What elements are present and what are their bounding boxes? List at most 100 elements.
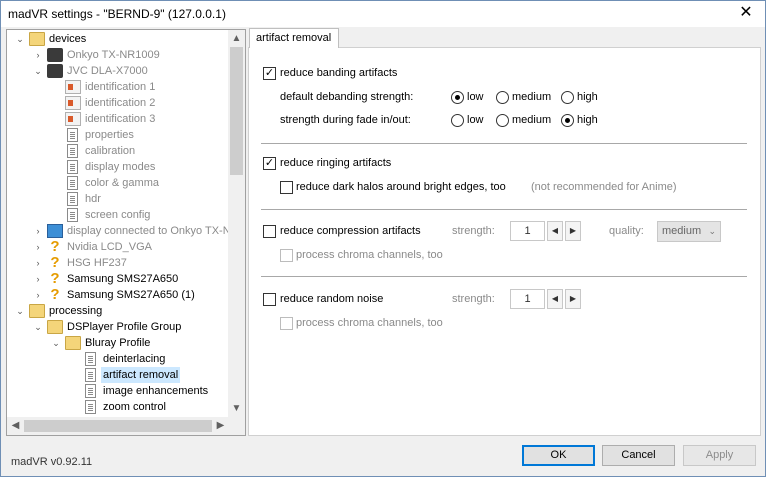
tree-item-label: screen config <box>85 209 151 221</box>
tree-horizontal-scrollbar[interactable]: ◀ ▶ <box>7 417 229 435</box>
document-icon <box>85 368 96 382</box>
identification-icon <box>65 112 81 126</box>
fade-strength-low-radio[interactable] <box>451 114 464 127</box>
document-icon <box>67 128 78 142</box>
folder-open-icon <box>29 32 45 46</box>
version-label: madVR v0.92.11 <box>11 456 93 468</box>
reduce-noise-checkbox[interactable] <box>263 293 276 306</box>
tree-item[interactable]: color & gamma <box>7 175 229 191</box>
tree-item[interactable]: identification 2 <box>7 95 229 111</box>
tree-item-label: identification 2 <box>85 97 156 109</box>
expand-chevron-icon[interactable]: › <box>33 239 43 255</box>
tree-item-label: identification 1 <box>85 81 156 93</box>
compression-strength-input[interactable]: 1 <box>510 221 545 241</box>
collapse-chevron-icon[interactable]: ⌄ <box>15 303 25 319</box>
default-strength-high-radio[interactable] <box>561 91 574 104</box>
collapse-chevron-icon[interactable]: ⌄ <box>51 335 61 351</box>
default-strength-medium-radio[interactable] <box>496 91 509 104</box>
tree-item[interactable]: ›? Samsung SMS27A650 <box>7 271 229 287</box>
tree-item[interactable]: identification 1 <box>7 79 229 95</box>
reduce-ringing-checkbox[interactable]: ✓ <box>263 157 276 170</box>
increase-arrow-icon[interactable]: ▶ <box>565 221 581 241</box>
tree-item[interactable]: artifact removal <box>7 367 229 383</box>
close-button[interactable]: ✕ <box>733 3 759 25</box>
monitor-icon <box>47 224 63 238</box>
tree-item[interactable]: ›? Samsung SMS27A650 (1) <box>7 287 229 303</box>
fade-strength-high-label: high <box>577 114 598 126</box>
tree-item-label: properties <box>85 129 134 141</box>
tree-item-label: Bluray Profile <box>85 337 151 349</box>
reduce-banding-checkbox[interactable]: ✓ <box>263 67 276 80</box>
title-bar: madVR settings - "BERND-9" (127.0.0.1) ✕ <box>1 1 765 27</box>
scroll-thumb[interactable] <box>230 47 243 175</box>
decrease-arrow-icon[interactable]: ◀ <box>547 221 563 241</box>
noise-strength-input[interactable]: 1 <box>510 289 545 309</box>
tree-item[interactable]: display modes <box>7 159 229 175</box>
scroll-left-arrow-icon[interactable]: ◀ <box>7 417 24 435</box>
tree-item-label: devices <box>49 33 87 45</box>
tree-item[interactable]: ›? HSG HF237 <box>7 255 229 271</box>
compression-chroma-label: process chroma channels, too <box>296 249 443 261</box>
tree-item[interactable]: ⌄ Bluray Profile <box>7 335 229 351</box>
expand-chevron-icon[interactable]: › <box>33 271 43 287</box>
expand-chevron-icon[interactable]: › <box>33 255 43 271</box>
scroll-up-arrow-icon[interactable]: ▲ <box>228 30 245 47</box>
reduce-compression-checkbox[interactable] <box>263 225 276 238</box>
collapse-chevron-icon[interactable]: ⌄ <box>15 31 25 47</box>
tree-item[interactable]: ⌄ processing <box>7 303 229 319</box>
tree-item[interactable]: properties <box>7 127 229 143</box>
separator <box>261 209 747 210</box>
question-icon: ? <box>50 286 60 303</box>
expand-chevron-icon[interactable]: › <box>33 47 43 63</box>
expand-chevron-icon[interactable]: › <box>33 287 43 303</box>
tree-vertical-scrollbar[interactable]: ▲ ▼ <box>228 30 245 417</box>
cancel-button[interactable]: Cancel <box>602 445 675 466</box>
fade-strength-low-label: low <box>467 114 484 126</box>
tree-item-label: display connected to Onkyo TX-N <box>67 225 229 237</box>
apply-button[interactable]: Apply <box>683 445 756 466</box>
separator <box>261 276 747 277</box>
default-strength-low-radio[interactable] <box>451 91 464 104</box>
tree-item[interactable]: ⌄ JVC DLA-X7000 <box>7 63 229 79</box>
tree-item[interactable]: hdr <box>7 191 229 207</box>
document-icon <box>85 352 96 366</box>
tree-item[interactable]: ⌄ devices <box>7 31 229 47</box>
scroll-thumb-horizontal[interactable] <box>24 420 212 432</box>
ok-button[interactable]: OK <box>522 445 595 466</box>
tree-item[interactable]: deinterlacing <box>7 351 229 367</box>
default-strength-medium-label: medium <box>512 91 552 103</box>
tree-item[interactable]: screen config <box>7 207 229 223</box>
tree-item-label: DSPlayer Profile Group <box>67 321 182 333</box>
tree-item[interactable]: calibration <box>7 143 229 159</box>
fade-strength-high-radio[interactable] <box>561 114 574 127</box>
expand-chevron-icon[interactable]: › <box>33 223 43 239</box>
quality-dropdown[interactable]: medium ⌄ <box>657 221 721 242</box>
tree-item[interactable]: identification 3 <box>7 111 229 127</box>
question-icon: ? <box>50 270 60 287</box>
reduce-dark-halos-checkbox[interactable] <box>280 181 293 194</box>
tree-item[interactable]: zoom control <box>7 399 229 415</box>
noise-chroma-checkbox[interactable] <box>280 317 293 330</box>
tree-item[interactable]: ⌄ DSPlayer Profile Group <box>7 319 229 335</box>
default-strength-high-label: high <box>577 91 598 103</box>
tree-item[interactable]: › Onkyo TX-NR1009 <box>7 47 229 63</box>
tree-item-label: Onkyo TX-NR1009 <box>67 49 160 61</box>
tab-artifact-removal[interactable]: artifact removal <box>249 28 339 48</box>
tree-item[interactable]: ›? Nvidia LCD_VGA <box>7 239 229 255</box>
document-icon <box>85 384 96 398</box>
document-icon <box>85 400 96 414</box>
scroll-down-arrow-icon[interactable]: ▼ <box>228 400 245 417</box>
tree-item[interactable]: image enhancements <box>7 383 229 399</box>
tree-item[interactable]: › display connected to Onkyo TX-N <box>7 223 229 239</box>
identification-icon <box>65 80 81 94</box>
compression-chroma-checkbox[interactable] <box>280 249 293 262</box>
decrease-arrow-icon[interactable]: ◀ <box>547 289 563 309</box>
increase-arrow-icon[interactable]: ▶ <box>565 289 581 309</box>
document-icon <box>67 192 78 206</box>
fade-strength-medium-radio[interactable] <box>496 114 509 127</box>
question-icon: ? <box>50 238 60 255</box>
scroll-right-arrow-icon[interactable]: ▶ <box>212 417 229 435</box>
tree-item-label: image enhancements <box>103 385 209 397</box>
collapse-chevron-icon[interactable]: ⌄ <box>33 319 43 335</box>
collapse-chevron-icon[interactable]: ⌄ <box>33 63 43 79</box>
